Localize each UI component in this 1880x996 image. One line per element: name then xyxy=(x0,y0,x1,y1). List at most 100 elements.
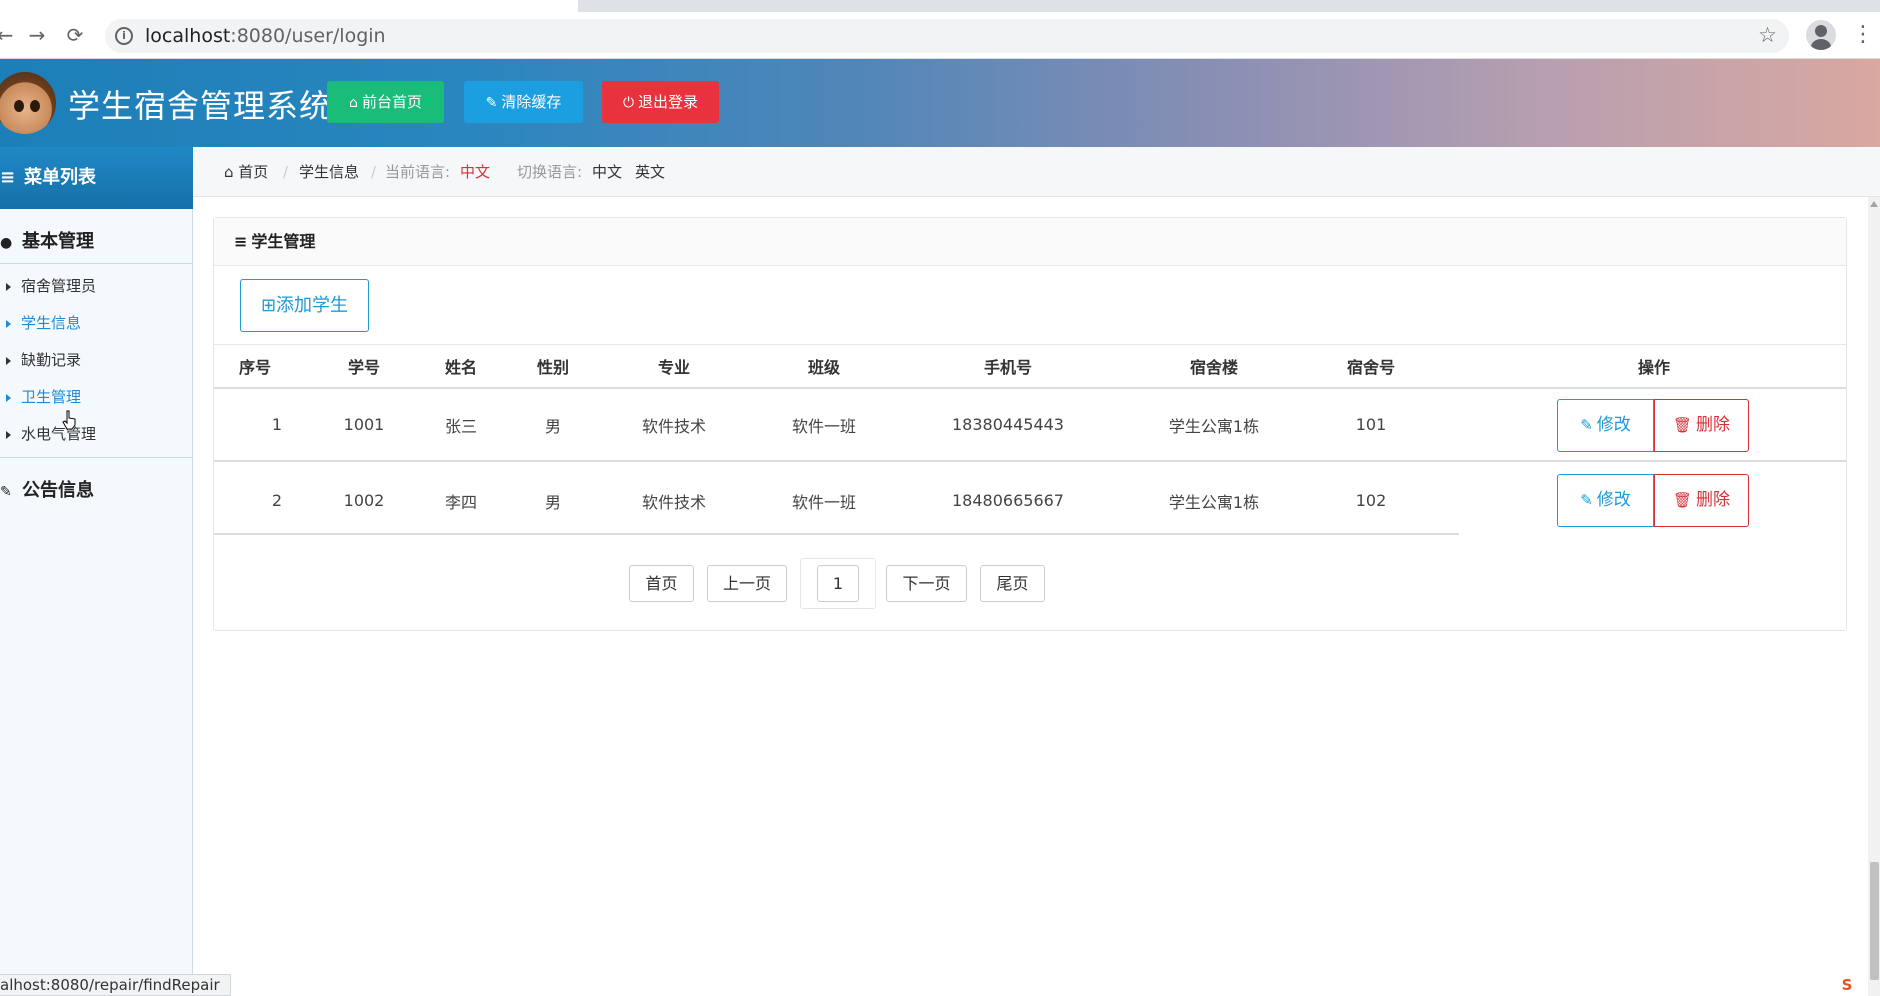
scrollbar-thumb[interactable] xyxy=(1870,862,1879,980)
forward-icon[interactable]: → xyxy=(24,22,50,48)
current-language-value: 中文 xyxy=(460,163,491,181)
edit-icon: ✎ xyxy=(0,484,12,500)
table-bottom-border xyxy=(214,533,1459,535)
list-icon: ≡ xyxy=(0,167,16,188)
breadcrumb: ⌂ 首页 / 学生信息 / 当前语言: 中文 切换语言: 中文 英文 xyxy=(193,147,1880,197)
cell-gender: 男 xyxy=(544,492,561,512)
next-page-button[interactable]: 下一页 xyxy=(886,565,967,602)
menu-list-header: ≡ 菜单列表 xyxy=(0,147,193,209)
cell-room: 102 xyxy=(1355,491,1387,510)
address-url[interactable]: localhost:8080/user/login xyxy=(145,25,386,47)
logo-avatar xyxy=(0,72,56,134)
cell-index: 2 xyxy=(271,491,283,510)
cell-building: 学生公寓1栋 xyxy=(1168,492,1260,512)
trash-icon: 🗑 xyxy=(1672,491,1693,509)
panel-header: ≡ 学生管理 xyxy=(214,218,1846,266)
reload-icon[interactable]: ⟳ xyxy=(62,22,88,48)
page-scrollbar[interactable] xyxy=(1868,197,1880,996)
edit-icon: ✎ xyxy=(1580,416,1593,434)
sidebar-item-student-info[interactable]: 学生信息 xyxy=(0,308,193,338)
back-icon[interactable]: ← xyxy=(0,22,18,48)
edit-label: 修改 xyxy=(1596,415,1631,435)
user-icon: ● xyxy=(0,235,13,251)
caret-right-icon xyxy=(6,319,11,328)
clear-cache-label: 清除缓存 xyxy=(501,93,562,111)
sidebar-item-label: 卫生管理 xyxy=(21,388,82,406)
cell-building: 学生公寓1栋 xyxy=(1168,416,1260,436)
prev-page-button[interactable]: 上一页 xyxy=(707,565,787,602)
first-page-button[interactable]: 首页 xyxy=(629,565,694,602)
table-row: 1 1001 张三 男 软件技术 软件一班 18380445443 学生公寓1栋… xyxy=(214,389,1846,462)
cell-class: 软件一班 xyxy=(791,492,856,512)
edit-label: 修改 xyxy=(1596,490,1631,510)
app-header: 学生宿舍管理系统 ⌂ 前台首页 ✎ 清除缓存 ⏻ 退出登录 xyxy=(0,59,1880,147)
sidebar-item-label: 学生信息 xyxy=(21,314,82,332)
add-student-label: 添加学生 xyxy=(276,295,349,316)
sidebar-divider xyxy=(0,457,193,458)
column-header: 操作 xyxy=(1637,358,1670,377)
edit-button[interactable]: ✎ 修改 xyxy=(1557,399,1654,452)
table-row: 2 1002 李四 男 软件技术 软件一班 18480665667 学生公寓1栋… xyxy=(214,464,1846,537)
delete-label: 删除 xyxy=(1696,415,1731,435)
browser-toolbar: ← → ⟳ i localhost:8080/user/login ☆ ⋮ xyxy=(0,12,1880,59)
caret-right-icon xyxy=(6,393,11,402)
switch-language-label: 切换语言: xyxy=(517,163,583,181)
front-home-button[interactable]: ⌂ 前台首页 xyxy=(327,81,444,123)
last-page-button[interactable]: 尾页 xyxy=(980,565,1045,602)
current-page-number[interactable]: 1 xyxy=(817,565,859,602)
sidebar-item-hygiene[interactable]: 卫生管理 xyxy=(0,382,193,412)
student-management-panel: ≡ 学生管理 ⊞添加学生 序号 学号 姓名 性别 专业 班级 手机号 宿舍楼 宿舍… xyxy=(213,217,1847,631)
breadcrumb-current: 学生信息 xyxy=(299,163,360,181)
column-header: 序号 xyxy=(238,358,271,377)
cell-major: 软件技术 xyxy=(641,416,706,436)
list-icon: ≡ xyxy=(234,232,248,251)
column-header: 班级 xyxy=(807,358,840,377)
add-student-button[interactable]: ⊞添加学生 xyxy=(240,279,369,332)
breadcrumb-separator: / xyxy=(283,163,289,181)
site-info-icon[interactable]: i xyxy=(115,27,133,45)
address-bar[interactable]: i localhost:8080/user/login ☆ xyxy=(105,19,1789,53)
bookmark-star-icon[interactable]: ☆ xyxy=(1758,23,1777,47)
switch-language-zh[interactable]: 中文 xyxy=(592,147,622,197)
scroll-up-arrow-icon[interactable] xyxy=(1870,201,1878,207)
ime-s-icon[interactable]: S xyxy=(1836,976,1858,994)
url-path: :8080/user/login xyxy=(230,25,386,47)
current-language-label: 当前语言: xyxy=(385,163,451,181)
sidebar-group-notice[interactable]: ✎ 公告信息 xyxy=(0,471,193,511)
column-header: 专业 xyxy=(657,358,690,377)
sidebar-group-notice-label: 公告信息 xyxy=(22,480,94,501)
edit-button[interactable]: ✎ 修改 xyxy=(1557,474,1654,527)
menu-list-title: 菜单列表 xyxy=(24,167,96,188)
delete-button[interactable]: 🗑 删除 xyxy=(1654,474,1749,527)
browser-menu-icon[interactable]: ⋮ xyxy=(1852,22,1874,48)
sidebar-item-dorm-admin[interactable]: 宿舍管理员 xyxy=(0,271,193,301)
logout-button[interactable]: ⏻ 退出登录 xyxy=(602,81,719,123)
front-home-label: 前台首页 xyxy=(361,93,422,111)
browser-tab-new-area xyxy=(277,0,578,12)
power-icon: ⏻ xyxy=(622,95,635,111)
cell-class: 软件一班 xyxy=(791,416,856,436)
mouse-pointer-icon xyxy=(62,410,76,430)
breadcrumb-home[interactable]: ⌂ 首页 xyxy=(224,147,268,197)
edit-icon: ✎ xyxy=(1580,491,1593,509)
cell-name: 李四 xyxy=(444,492,477,512)
sidebar-group-basic[interactable]: ● 基本管理 xyxy=(0,224,193,264)
browser-tab-active[interactable] xyxy=(0,0,277,12)
sidebar-item-utilities[interactable]: 水电气管理 xyxy=(0,419,193,449)
cell-student-id: 1002 xyxy=(343,491,385,510)
sidebar-group-basic-label: 基本管理 xyxy=(22,231,94,252)
caret-right-icon xyxy=(6,430,11,439)
home-icon: ⌂ xyxy=(224,163,239,181)
browser-tabstrip xyxy=(0,0,1880,12)
cell-index: 1 xyxy=(271,415,283,434)
sidebar-item-absence[interactable]: 缺勤记录 xyxy=(0,345,193,375)
cell-phone: 18480665667 xyxy=(952,491,1064,510)
url-host: localhost xyxy=(145,25,231,47)
cell-room: 101 xyxy=(1355,415,1387,434)
switch-language-en[interactable]: 英文 xyxy=(635,147,665,197)
profile-avatar-icon[interactable] xyxy=(1806,20,1836,50)
clear-cache-button[interactable]: ✎ 清除缓存 xyxy=(464,81,583,123)
sidebar-item-label: 缺勤记录 xyxy=(21,351,82,369)
breadcrumb-home-label: 首页 xyxy=(238,163,269,181)
delete-button[interactable]: 🗑 删除 xyxy=(1654,399,1749,452)
